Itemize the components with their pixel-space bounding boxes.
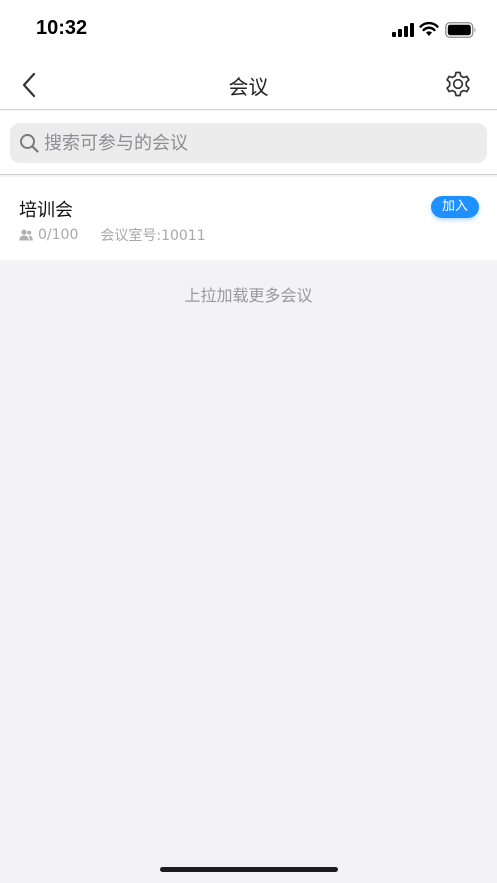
battery-icon bbox=[445, 22, 476, 38]
load-more-hint: 上拉加载更多会议 bbox=[184, 286, 313, 305]
join-button[interactable]: 加入 bbox=[431, 196, 479, 218]
settings-button[interactable] bbox=[444, 70, 472, 98]
search-section bbox=[0, 111, 497, 175]
meeting-meta: 0/100 会议室号:10011 bbox=[19, 225, 206, 245]
navigation-bar: 会议 bbox=[0, 60, 497, 110]
home-indicator[interactable] bbox=[160, 867, 338, 872]
search-box[interactable] bbox=[10, 123, 487, 163]
search-input[interactable] bbox=[44, 123, 474, 163]
room-number: 会议室号:10011 bbox=[100, 228, 206, 244]
status-time: 10:32 bbox=[36, 17, 88, 39]
status-bar: 10:32 bbox=[0, 0, 497, 60]
cellular-signal-icon bbox=[392, 23, 414, 37]
meeting-title: 培训会 bbox=[19, 200, 73, 221]
people-icon bbox=[19, 229, 33, 241]
meeting-list-screen: 10:32 会议 搜索可参与的会议 培训会 0/100 会议室号:10011 加… bbox=[0, 0, 497, 883]
participant-count: 0/100 bbox=[38, 227, 79, 243]
wifi-icon bbox=[419, 21, 439, 36]
gear-icon bbox=[446, 71, 470, 97]
meeting-list-item[interactable]: 培训会 0/100 会议室号:10011 bbox=[0, 177, 497, 260]
page-title: 会议 bbox=[228, 75, 269, 99]
search-icon bbox=[20, 134, 39, 153]
